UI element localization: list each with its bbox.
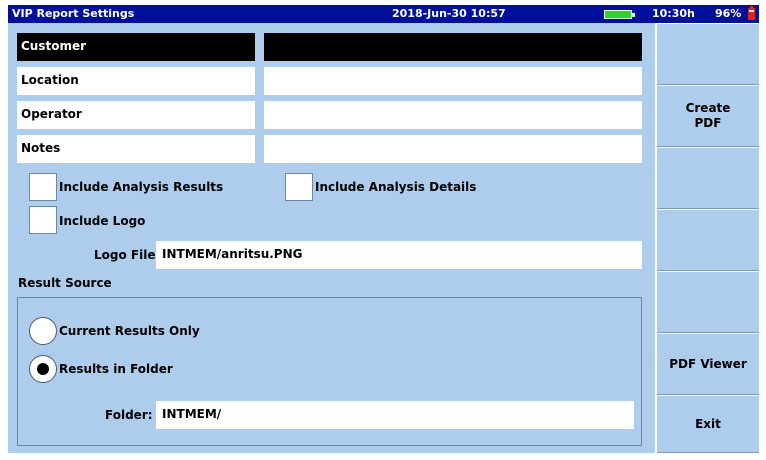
softkey-5-blank[interactable] xyxy=(657,271,759,333)
window-title: VIP Report Settings xyxy=(12,7,135,20)
title-bar: VIP Report Settings 2018-Jun-30 10:57 10… xyxy=(8,5,759,23)
current-results-only-radio[interactable] xyxy=(29,317,57,345)
folder-field[interactable]: INTMEM/ xyxy=(156,401,634,429)
include-analysis-results-label: Include Analysis Results xyxy=(59,180,224,194)
logo-file-label: Logo File xyxy=(94,248,156,262)
results-in-folder-label: Results in Folder xyxy=(59,362,173,376)
result-source-heading: Result Source xyxy=(18,276,112,290)
date-time: 2018-Jun-30 10:57 xyxy=(392,7,506,20)
vip-report-settings-window: VIP Report Settings 2018-Jun-30 10:57 10… xyxy=(0,0,766,460)
operator-field[interactable] xyxy=(264,101,642,129)
softkey-4-blank[interactable] xyxy=(657,209,759,271)
include-analysis-details-checkbox[interactable] xyxy=(285,173,313,201)
location-label[interactable]: Location xyxy=(17,67,255,95)
location-field[interactable] xyxy=(264,67,642,95)
exit-button[interactable]: Exit xyxy=(657,395,759,453)
create-pdf-button[interactable]: Create PDF xyxy=(657,85,759,147)
include-analysis-details-label: Include Analysis Details xyxy=(315,180,477,194)
current-results-only-label: Current Results Only xyxy=(59,324,200,338)
battery-time: 10:30h xyxy=(652,7,695,20)
battery-percent: 96% xyxy=(715,7,742,20)
notes-field[interactable] xyxy=(264,135,642,163)
results-in-folder-radio[interactable] xyxy=(29,355,57,383)
softkey-1-blank[interactable] xyxy=(657,23,759,85)
customer-label[interactable]: Customer xyxy=(17,33,255,61)
logo-file-field[interactable]: INTMEM/anritsu.PNG xyxy=(156,241,642,269)
folder-label: Folder: xyxy=(105,408,153,422)
softkey-3-blank[interactable] xyxy=(657,147,759,209)
notes-label[interactable]: Notes xyxy=(17,135,255,163)
radio-selected-dot-icon xyxy=(37,363,49,375)
include-analysis-results-checkbox[interactable] xyxy=(29,173,57,201)
operator-label[interactable]: Operator xyxy=(17,101,255,129)
include-logo-label: Include Logo xyxy=(59,214,146,228)
softkey-bar: Create PDF PDF Viewer Exit xyxy=(657,23,759,453)
customer-field[interactable] xyxy=(264,33,642,61)
settings-panel: Customer Location Operator Notes Include… xyxy=(8,23,655,453)
battery-icon xyxy=(748,6,755,20)
include-logo-checkbox[interactable] xyxy=(29,206,57,234)
pdf-viewer-button[interactable]: PDF Viewer xyxy=(657,333,759,395)
battery-level-icon xyxy=(604,10,635,19)
